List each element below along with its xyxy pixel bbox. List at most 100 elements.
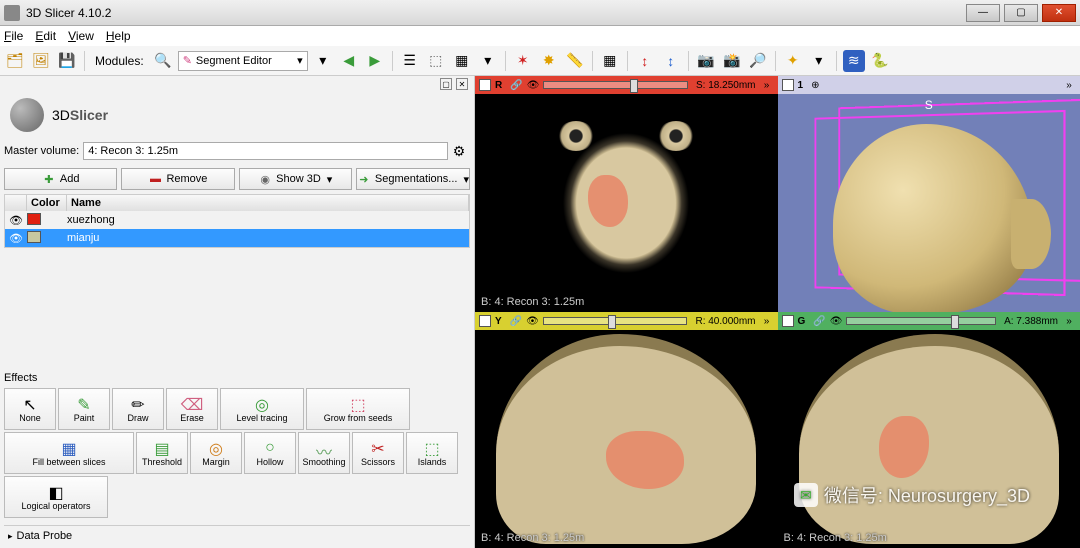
maximize-button[interactable]: ▢ [1004, 4, 1038, 22]
eye-icon[interactable]: 👁 [527, 80, 540, 91]
window-title: 3D Slicer 4.10.2 [26, 6, 111, 20]
center-icon[interactable]: ⊕ [811, 80, 819, 91]
col-name[interactable]: Name [67, 195, 469, 211]
effect-level-tracing[interactable]: ◎Level tracing [220, 388, 304, 430]
view-letter: Y [495, 316, 502, 327]
view-menu-icon[interactable]: » [1062, 80, 1076, 91]
data-icon[interactable]: 🗂 [4, 50, 26, 72]
red-slice-view[interactable]: R 🔗 👁 S: 18.250mm » B: 4: Recon 3: 1.25m [475, 76, 778, 312]
ruler-icon[interactable]: 📏 [564, 50, 586, 72]
back-icon[interactable]: ◀ [338, 50, 360, 72]
fiducial-icon[interactable]: ✶ [512, 50, 534, 72]
app-icon [4, 5, 20, 21]
effect-margin[interactable]: ◎Margin [190, 432, 242, 474]
layout2-icon[interactable]: ⬚ [425, 50, 447, 72]
module-selector[interactable]: ✎ Segment Editor ▾ [178, 51, 308, 71]
effect-none[interactable]: ↖None [4, 388, 56, 430]
effect-threshold[interactable]: ▤Threshold [136, 432, 188, 474]
slice-slider[interactable] [543, 81, 688, 89]
color-swatch[interactable] [27, 231, 41, 243]
python-icon[interactable]: 🐍 [869, 50, 891, 72]
effect-paint[interactable]: ✎Paint [58, 388, 110, 430]
segmentations-button[interactable]: ➜Segmentations...▾ [356, 168, 470, 190]
eye-icon[interactable]: 👁 [526, 316, 539, 327]
slice-slider[interactable] [846, 317, 996, 325]
view-menu-icon[interactable]: » [760, 316, 774, 327]
slice-slider[interactable] [543, 317, 688, 325]
data-probe[interactable]: Data Probe [4, 525, 470, 546]
table-row[interactable]: 👁 mianju [5, 229, 469, 247]
layout-dropdown-icon[interactable]: ▾ [477, 50, 499, 72]
col-color[interactable]: Color [27, 195, 67, 211]
effect-fill-between-slices[interactable]: ▦Fill between slices [4, 432, 134, 474]
add-button[interactable]: ✚Add [4, 168, 117, 190]
link-icon[interactable]: 🔗 [510, 316, 522, 327]
eye-icon[interactable]: 👁 [830, 316, 843, 327]
pin-icon[interactable] [479, 79, 491, 91]
3d-view-bar: 1 ⊕ » [778, 76, 1080, 94]
orientation-label: S [925, 98, 933, 112]
pin-icon[interactable] [782, 79, 794, 91]
effect-logical-operators[interactable]: ◧Logical operators [4, 476, 108, 518]
yellow-slice-view[interactable]: Y 🔗 👁 R: 40.000mm » B: 4: Recon 3: 1.25m [475, 312, 778, 548]
view-menu-icon[interactable]: » [1062, 316, 1076, 327]
panel-close-icon[interactable]: ✕ [456, 78, 468, 90]
save-icon[interactable]: 💾 [56, 50, 78, 72]
pin-icon[interactable] [479, 315, 491, 327]
arrow-down-icon[interactable]: ↕ [660, 50, 682, 72]
green-slice-view[interactable]: G 🔗 👁 A: 7.388mm » B: 4: Recon 3: 1.25m [778, 312, 1080, 548]
menu-file[interactable]: File [4, 29, 23, 43]
visibility-icon[interactable]: 👁 [5, 232, 27, 245]
arrow-up-icon[interactable]: ↕ [634, 50, 656, 72]
grid-icon[interactable]: ▦ [599, 50, 621, 72]
layout1-icon[interactable]: ☰ [399, 50, 421, 72]
close-button[interactable]: ✕ [1042, 4, 1076, 22]
effect-grow-from-seeds[interactable]: ⬚Grow from seeds [306, 388, 410, 430]
search-module-icon[interactable]: 🔍 [152, 50, 174, 72]
effect-erase[interactable]: ⌫Erase [166, 388, 218, 430]
effect-smoothing[interactable]: 〰Smoothing [298, 432, 350, 474]
pin-icon[interactable] [782, 315, 794, 327]
crosshair-icon[interactable]: ✦ [782, 50, 804, 72]
link-icon[interactable]: 🔗 [510, 80, 522, 91]
effect-draw[interactable]: ✏Draw [112, 388, 164, 430]
crosshair-dropdown-icon[interactable]: ▾ [808, 50, 830, 72]
capture-icon[interactable]: 📸 [721, 50, 743, 72]
layout3-icon[interactable]: ▦ [451, 50, 473, 72]
visibility-icon[interactable]: 👁 [5, 214, 27, 227]
show3d-button[interactable]: ◉Show 3D▾ [239, 168, 352, 190]
table-row[interactable]: 👁 xuezhong [5, 211, 469, 229]
effects-grid: ↖None ✎Paint ✏Draw ⌫Erase ◎Level tracing… [0, 386, 474, 520]
link-icon[interactable]: 🔗 [813, 316, 825, 327]
master-volume-options-icon[interactable]: ⚙ [448, 140, 470, 162]
markup-icon[interactable]: ✸ [538, 50, 560, 72]
view-letter: G [798, 316, 806, 327]
slice-value: S: 18.250mm [696, 80, 755, 91]
camera-search-icon[interactable]: 🔎 [747, 50, 769, 72]
titlebar: 3D Slicer 4.10.2 — ▢ ✕ [0, 0, 1080, 26]
module-selected: Segment Editor [196, 55, 272, 67]
effect-hollow[interactable]: ○Hollow [244, 432, 296, 474]
menu-view[interactable]: View [68, 29, 94, 43]
effect-scissors[interactable]: ✂Scissors [352, 432, 404, 474]
menu-help[interactable]: Help [106, 29, 131, 43]
yellow-view-bar: Y 🔗 👁 R: 40.000mm » [475, 312, 778, 330]
master-volume-selector[interactable]: 4: Recon 3: 1.25m [83, 142, 448, 160]
menu-edit[interactable]: Edit [35, 29, 56, 43]
3d-view[interactable]: 1 ⊕ » S [778, 76, 1080, 312]
slice-value: R: 40.000mm [695, 316, 755, 327]
effect-islands[interactable]: ⬚Islands [406, 432, 458, 474]
remove-button[interactable]: ▬Remove [121, 168, 234, 190]
forward-icon[interactable]: ▶ [364, 50, 386, 72]
extensions-icon[interactable]: ≋ [843, 50, 865, 72]
dcm-icon[interactable]: 🖼 [30, 50, 52, 72]
corner-annotation: B: 4: Recon 3: 1.25m [481, 296, 584, 308]
color-swatch[interactable] [27, 213, 41, 225]
panel-undock-icon[interactable]: ▢ [440, 78, 452, 90]
minimize-button[interactable]: — [966, 4, 1000, 22]
screenshot-icon[interactable]: 📷 [695, 50, 717, 72]
module-dropdown-icon[interactable]: ▾ [312, 50, 334, 72]
corner-annotation: B: 4: Recon 3: 1.25m [784, 532, 887, 544]
menubar: File Edit View Help [0, 26, 1080, 46]
view-menu-icon[interactable]: » [760, 80, 774, 91]
